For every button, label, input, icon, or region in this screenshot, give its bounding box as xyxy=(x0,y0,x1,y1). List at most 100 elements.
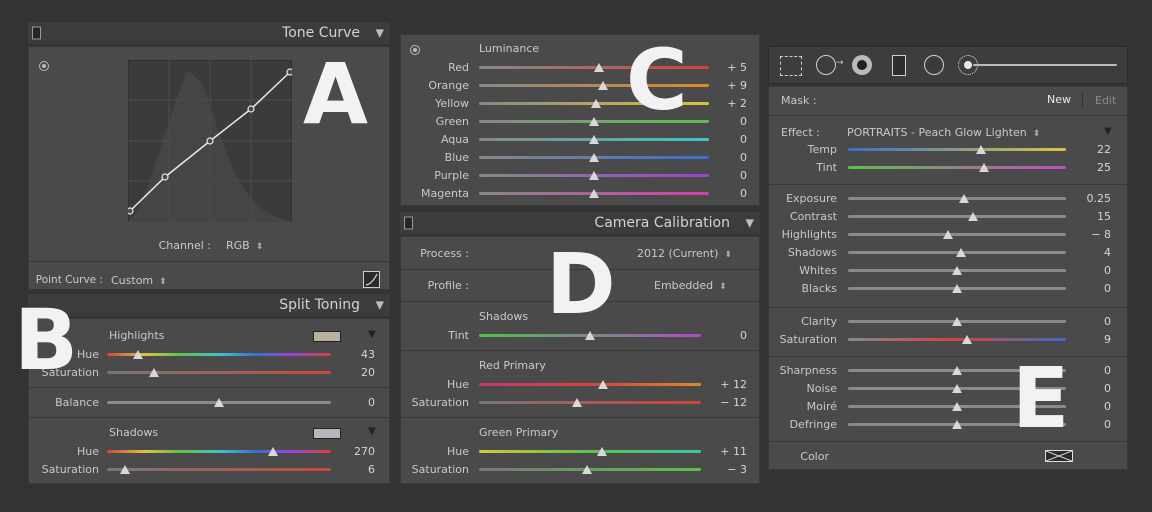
collapse-triangle-icon[interactable]: ▼ xyxy=(376,299,384,312)
shadows-saturation-slider[interactable] xyxy=(107,465,331,474)
mask-edit-button[interactable]: Edit xyxy=(1095,94,1116,107)
collapse-triangle-icon[interactable]: ▼ xyxy=(368,329,376,340)
slider-thumb[interactable] xyxy=(952,402,962,411)
saturation-slider[interactable] xyxy=(848,335,1066,344)
highlights-slider[interactable] xyxy=(848,230,1066,239)
highlights-hue-slider[interactable] xyxy=(107,350,331,359)
split-toning-panel: Highlights ▼ Hue 43 Saturation 20 Balanc… xyxy=(28,318,390,484)
panel-toggle-icon[interactable] xyxy=(32,26,41,40)
slider-thumb[interactable] xyxy=(589,171,599,180)
slider-thumb[interactable] xyxy=(958,194,969,203)
luminance-slider-aqua[interactable] xyxy=(479,135,709,144)
process-select[interactable]: 2012 (Current) ⬍ xyxy=(637,247,732,260)
slider-thumb[interactable] xyxy=(952,366,962,375)
slider-thumb[interactable] xyxy=(598,81,609,90)
target-adjust-icon[interactable] xyxy=(410,45,420,55)
slider-thumb[interactable] xyxy=(961,335,972,344)
slider-thumb[interactable] xyxy=(952,266,962,275)
point-curve-select[interactable]: Custom ⬍ xyxy=(111,274,167,287)
target-adjust-icon[interactable] xyxy=(39,61,49,71)
slider-thumb[interactable] xyxy=(589,153,599,162)
shadows-slider[interactable] xyxy=(848,248,1066,257)
slider-thumb[interactable] xyxy=(968,212,979,221)
highlights-color-swatch[interactable] xyxy=(313,331,341,342)
collapse-triangle-icon[interactable]: ▼ xyxy=(746,217,754,230)
color-swatch-none[interactable] xyxy=(1045,450,1073,462)
calibration-tint-slider[interactable] xyxy=(479,331,701,340)
tint-slider[interactable] xyxy=(848,163,1066,172)
luminance-value-blue: 0 xyxy=(740,151,747,164)
red-primary-saturation-slider[interactable] xyxy=(479,398,701,407)
slider-thumb[interactable] xyxy=(979,163,990,172)
mask-new-button[interactable]: New xyxy=(1047,93,1071,106)
slider-thumb[interactable] xyxy=(149,368,160,377)
collapse-triangle-icon[interactable]: ▼ xyxy=(376,27,384,40)
tool-strip: → xyxy=(768,46,1128,84)
luminance-slider-purple[interactable] xyxy=(479,171,709,180)
clarity-slider[interactable] xyxy=(848,317,1066,326)
slider-thumb[interactable] xyxy=(589,189,599,198)
luminance-label-yellow: Yellow xyxy=(435,97,469,110)
slider-thumb[interactable] xyxy=(956,248,967,257)
tone-curve-graph[interactable] xyxy=(128,60,292,222)
contrast-value: 15 xyxy=(1097,210,1111,223)
slider-thumb[interactable] xyxy=(952,420,962,429)
tone-curve-header[interactable]: Tone Curve ▼ xyxy=(28,22,390,44)
green-primary-hue-slider[interactable] xyxy=(479,447,701,456)
slider-thumb[interactable] xyxy=(581,465,592,474)
luminance-slider-magenta[interactable] xyxy=(479,189,709,198)
spot-removal-icon[interactable]: → xyxy=(816,55,844,75)
slider-thumb[interactable] xyxy=(952,317,962,326)
tool-overlay-slider[interactable] xyxy=(973,64,1117,66)
shadows-color-swatch[interactable] xyxy=(313,428,341,439)
slider-thumb[interactable] xyxy=(598,380,609,389)
radial-filter-icon[interactable] xyxy=(924,55,944,75)
camera-calibration-header[interactable]: Camera Calibration ▼ xyxy=(400,212,760,234)
slider-thumb[interactable] xyxy=(571,398,582,407)
panel-toggle-icon[interactable] xyxy=(404,216,413,230)
slider-thumb[interactable] xyxy=(943,230,954,239)
red-primary-hue-value: + 12 xyxy=(720,378,747,391)
luminance-slider-blue[interactable] xyxy=(479,153,709,162)
luminance-value-magenta: 0 xyxy=(740,187,747,200)
updown-arrow-icon: ⬍ xyxy=(159,277,167,287)
red-eye-icon[interactable] xyxy=(852,55,872,75)
slider-thumb[interactable] xyxy=(589,117,599,126)
exposure-value: 0.25 xyxy=(1086,192,1112,205)
channel-select[interactable]: RGB ⬍ xyxy=(226,239,263,252)
slider-thumb[interactable] xyxy=(597,447,608,456)
contrast-slider[interactable] xyxy=(848,212,1066,221)
slider-thumb[interactable] xyxy=(952,384,962,393)
collapse-triangle-icon[interactable]: ▼ xyxy=(368,426,376,437)
graduated-filter-icon[interactable] xyxy=(892,55,906,76)
exposure-slider[interactable] xyxy=(848,194,1066,203)
slider-thumb[interactable] xyxy=(591,99,602,108)
luminance-label-orange: Orange xyxy=(428,79,469,92)
slider-thumb[interactable] xyxy=(119,465,130,474)
crop-overlay-icon[interactable] xyxy=(780,56,802,76)
split-toning-header[interactable]: Split Toning ▼ xyxy=(28,294,390,316)
collapse-triangle-icon[interactable]: ▼ xyxy=(1104,126,1112,137)
slider-thumb[interactable] xyxy=(975,145,986,154)
slider-thumb[interactable] xyxy=(593,63,604,72)
curve-edit-icon[interactable] xyxy=(363,271,380,288)
whites-value: 0 xyxy=(1104,264,1111,277)
red-primary-hue-slider[interactable] xyxy=(479,380,701,389)
highlights-saturation-slider[interactable] xyxy=(107,368,331,377)
green-primary-saturation-slider[interactable] xyxy=(479,465,701,474)
slider-thumb[interactable] xyxy=(589,135,599,144)
slider-thumb[interactable] xyxy=(952,284,962,293)
tint-label: Tint xyxy=(448,329,469,342)
temp-slider[interactable] xyxy=(848,145,1066,154)
effect-preset-select[interactable]: PORTRAITS - Peach Glow Lighten ⬍ xyxy=(847,126,1040,139)
profile-select[interactable]: Embedded ⬍ xyxy=(654,279,727,292)
slider-thumb[interactable] xyxy=(214,398,224,407)
balance-slider[interactable] xyxy=(107,398,331,407)
slider-thumb[interactable] xyxy=(267,447,278,456)
whites-slider[interactable] xyxy=(848,266,1066,275)
process-value: 2012 (Current) xyxy=(637,247,719,260)
blacks-slider[interactable] xyxy=(848,284,1066,293)
updown-arrow-icon: ⬍ xyxy=(724,250,732,260)
shadows-hue-slider[interactable] xyxy=(107,447,331,456)
slider-thumb[interactable] xyxy=(133,350,144,359)
